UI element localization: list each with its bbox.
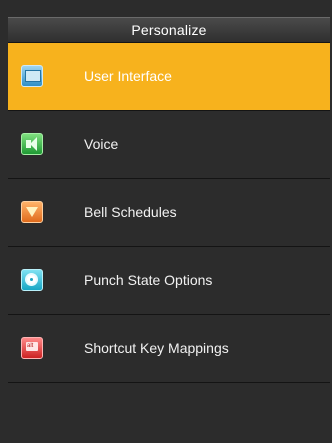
menu-item-label: Shortcut Key Mappings	[84, 340, 229, 356]
menu-item-voice[interactable]: Voice	[8, 111, 330, 179]
keyboard-key-icon	[21, 337, 43, 359]
user-interface-icon	[21, 65, 43, 87]
menu-item-label: Voice	[84, 136, 119, 152]
menu-item-shortcut-key-mappings[interactable]: Shortcut Key Mappings	[8, 315, 330, 383]
personalize-menu: User Interface Voice Bell Schedules Punc…	[8, 43, 330, 383]
bell-icon	[21, 201, 43, 223]
device-screen: Personalize User Interface Voice Bell Sc…	[0, 0, 332, 443]
gear-icon	[21, 269, 43, 291]
menu-item-punch-state-options[interactable]: Punch State Options	[8, 247, 330, 315]
speaker-icon	[21, 133, 43, 155]
menu-item-user-interface[interactable]: User Interface	[8, 43, 330, 111]
page-title: Personalize	[8, 17, 330, 43]
menu-item-label: Punch State Options	[84, 272, 213, 288]
menu-item-bell-schedules[interactable]: Bell Schedules	[8, 179, 330, 247]
menu-item-label: User Interface	[84, 68, 172, 84]
menu-item-label: Bell Schedules	[84, 204, 177, 220]
